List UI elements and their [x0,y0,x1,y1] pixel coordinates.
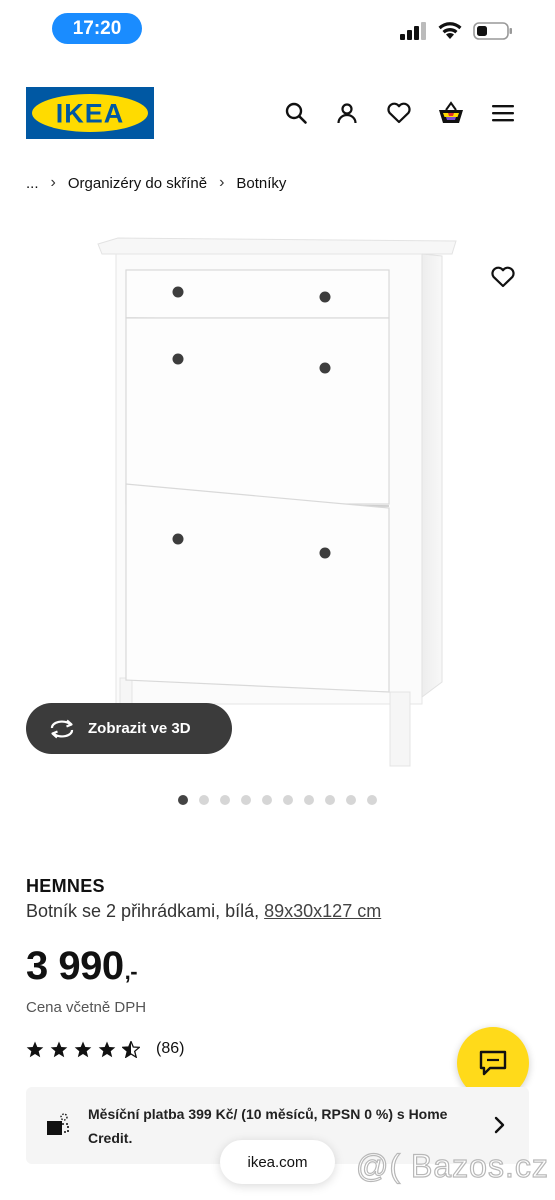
rating-count: (86) [156,1040,185,1057]
search-button[interactable] [281,98,311,128]
account-button[interactable] [332,98,362,128]
chat-icon [479,1050,507,1076]
browser-url-bar[interactable]: ikea.com [220,1140,335,1184]
gallery-dot[interactable] [325,795,335,805]
add-to-favourites-button[interactable] [486,260,520,294]
basket-icon [439,101,463,123]
gallery-dot[interactable] [199,795,209,805]
status-time: 17:20 [52,13,142,44]
gallery-dot[interactable] [283,795,293,805]
breadcrumb-item-organizers[interactable]: Organizéry do skříně [68,175,207,192]
gallery-dot[interactable] [367,795,377,805]
price-amount: 3 990 [26,944,124,988]
breadcrumb-separator: › [50,174,56,191]
gallery-dot[interactable] [262,795,272,805]
bazos-watermark: @( Bazos.cz [355,1147,549,1184]
basket-button[interactable] [436,98,466,128]
price-suffix: ,- [124,959,138,984]
gallery-pagination [178,795,377,805]
battery-icon [473,22,512,40]
user-icon [337,103,357,124]
view-3d-button[interactable]: Zobrazit ve 3D [26,703,232,754]
gallery-dot[interactable] [346,795,356,805]
menu-icon [492,105,514,122]
rotate-3d-icon [50,719,74,738]
search-icon [285,102,307,124]
gallery-dot[interactable] [241,795,251,805]
wishlist-button[interactable] [384,98,414,128]
star-half-icon [122,1040,140,1058]
star-full-icon [98,1041,116,1057]
wallet-coins-icon [47,1113,69,1135]
status-bar: 17:20 [0,0,555,56]
breadcrumb: ... › Organizéry do skříně › Botníky [26,172,286,194]
heart-icon [387,102,411,124]
chevron-right-icon [494,1116,505,1134]
menu-button[interactable] [488,98,518,128]
gallery-dot[interactable] [220,795,230,805]
vat-note: Cena včetně DPH [26,999,147,1016]
breadcrumb-ellipsis[interactable]: ... [26,175,39,192]
product-description: Botník se 2 přihrádkami, bílá, 89x30x127… [26,901,381,922]
rating-stars [26,1040,140,1058]
breadcrumb-separator: › [219,174,225,191]
star-full-icon [50,1041,68,1057]
product-description-text: Botník se 2 přihrádkami, bílá, [26,901,265,921]
logo-text: IKEA [56,99,125,129]
product-name: HEMNES [26,876,105,896]
product-price: 3 990 ,- [26,944,138,989]
wifi-icon [438,22,462,39]
site-header: IKEA [0,84,555,144]
star-full-icon [26,1041,44,1057]
product-image[interactable] [90,232,470,772]
gallery-dot-active[interactable] [178,795,188,805]
star-full-icon [74,1041,92,1057]
gallery-dot[interactable] [304,795,314,805]
ikea-logo[interactable]: IKEA [26,87,154,139]
product-size-link[interactable]: 89x30x127 cm [264,901,381,921]
heart-icon [491,266,515,288]
signal-icon [400,22,426,40]
view-3d-label: Zobrazit ve 3D [88,720,191,737]
breadcrumb-item-shoe-cabinets[interactable]: Botníky [236,175,286,192]
product-rating[interactable]: (86) [26,1040,184,1058]
